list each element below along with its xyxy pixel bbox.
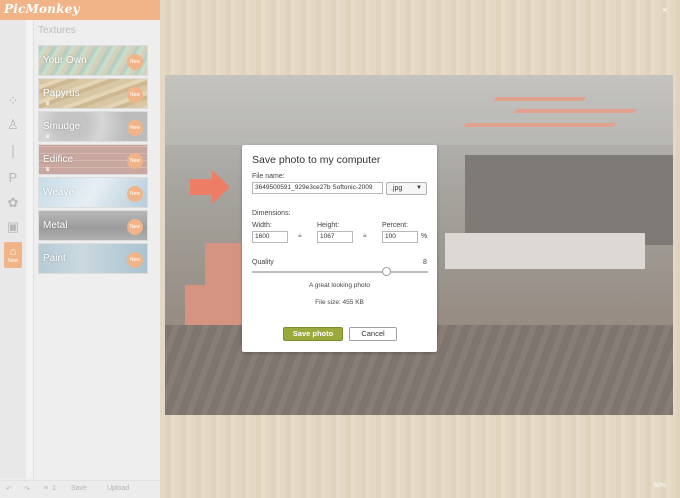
texture-your-own[interactable]: Your Own New: [38, 45, 148, 76]
chevron-down-icon: ▼: [416, 185, 422, 191]
quality-slider-thumb[interactable]: [382, 267, 391, 276]
texture-label: Paint: [43, 253, 66, 264]
cancel-button[interactable]: Cancel: [349, 327, 397, 341]
texture-edifice[interactable]: Edifice New ♛: [38, 144, 148, 175]
texture-papyrus[interactable]: Papyrus New ♛: [38, 78, 148, 109]
pencil-icon[interactable]: ❘: [4, 142, 22, 160]
quality-label: Quality: [252, 259, 274, 266]
format-select[interactable]: .jpg ▼: [386, 182, 427, 195]
zoom-level[interactable]: 60%: [654, 483, 666, 489]
new-badge: New: [127, 153, 143, 169]
crop-icon[interactable]: ⁘: [4, 92, 22, 110]
quality-value: 8: [423, 259, 427, 266]
texture-smudge[interactable]: Smudge New ♛: [38, 111, 148, 142]
width-input[interactable]: 1600: [252, 231, 288, 243]
file-size: File size: 455 KB: [315, 299, 364, 306]
new-badge: New: [127, 186, 143, 202]
new-badge: New: [127, 120, 143, 136]
tool-rail: ⁘ ♙ ❘ P ✿ ▣ ⌂ New: [0, 20, 26, 478]
texture-metal[interactable]: Metal New: [38, 210, 148, 241]
texture-label: Weave: [43, 187, 74, 198]
text-p-icon[interactable]: P: [4, 168, 22, 186]
percent-sign: %: [421, 233, 428, 240]
new-badge: New: [127, 252, 143, 268]
texture-label: Metal: [43, 220, 68, 231]
undo-icon[interactable]: ↶: [6, 485, 12, 493]
save-photo-button[interactable]: Save photo: [283, 327, 343, 341]
lock-icon[interactable]: 🔒︎: [298, 232, 302, 240]
width-label: Width:: [252, 222, 272, 229]
upload-button[interactable]: Upload: [107, 485, 129, 492]
crown-icon: ♛: [45, 134, 51, 140]
height-input[interactable]: 1067: [317, 231, 353, 243]
history-count: 1: [52, 485, 56, 492]
texture-label: Smudge: [43, 121, 81, 132]
format-value: .jpg: [391, 185, 403, 192]
texture-label: Papyrus: [43, 88, 80, 99]
texture-paint[interactable]: Paint New: [38, 243, 148, 274]
close-icon[interactable]: ×: [662, 5, 667, 15]
crown-icon: ♛: [45, 167, 51, 173]
new-badge: New: [127, 54, 143, 70]
logo-bar: PicMonkey: [0, 0, 160, 20]
new-badge: New: [127, 219, 143, 235]
crown-icon: ♛: [45, 101, 51, 107]
brush-icon[interactable]: ♙: [4, 116, 22, 134]
active-tool-badge: New: [7, 258, 18, 264]
redo-icon[interactable]: ↷: [24, 485, 30, 493]
dimensions-label: Dimensions:: [252, 210, 291, 217]
save-dialog: Save photo to my computer File name: 364…: [242, 145, 437, 352]
panel-separator: [26, 20, 34, 478]
bottom-bar: ↶ ↷ ≡ 1 Save Upload: [0, 480, 160, 498]
save-button[interactable]: Save: [71, 485, 87, 492]
percent-input[interactable]: 100: [382, 231, 418, 243]
quality-message: A great looking photo: [308, 282, 371, 289]
texture-label: Your Own: [43, 55, 87, 66]
history-icon[interactable]: ≡: [44, 485, 48, 492]
file-name-input[interactable]: 3649500591_929e3ce27b Softonic-2009: [252, 182, 383, 194]
app-logo: PicMonkey: [4, 2, 80, 16]
new-badge: New: [127, 87, 143, 103]
texture-weave[interactable]: Weave New: [38, 177, 148, 208]
frame-icon[interactable]: ▣: [4, 218, 22, 236]
quality-slider-track[interactable]: [252, 271, 428, 273]
height-label: Height:: [317, 222, 340, 229]
file-name-label: File name:: [252, 173, 285, 180]
texture-label: Edifice: [43, 154, 74, 165]
panel-title: Textures: [38, 25, 76, 36]
texture-icon[interactable]: ⌂ New: [4, 242, 22, 268]
lock-icon[interactable]: 🔒︎: [363, 232, 367, 240]
butterfly-icon[interactable]: ✿: [4, 194, 22, 212]
left-panel: PicMonkey ⁘ ♙ ❘ P ✿ ▣ ⌂ New Textures Your…: [0, 0, 160, 498]
dialog-title: Save photo to my computer: [252, 154, 381, 166]
percent-label: Percent:: [382, 222, 409, 229]
